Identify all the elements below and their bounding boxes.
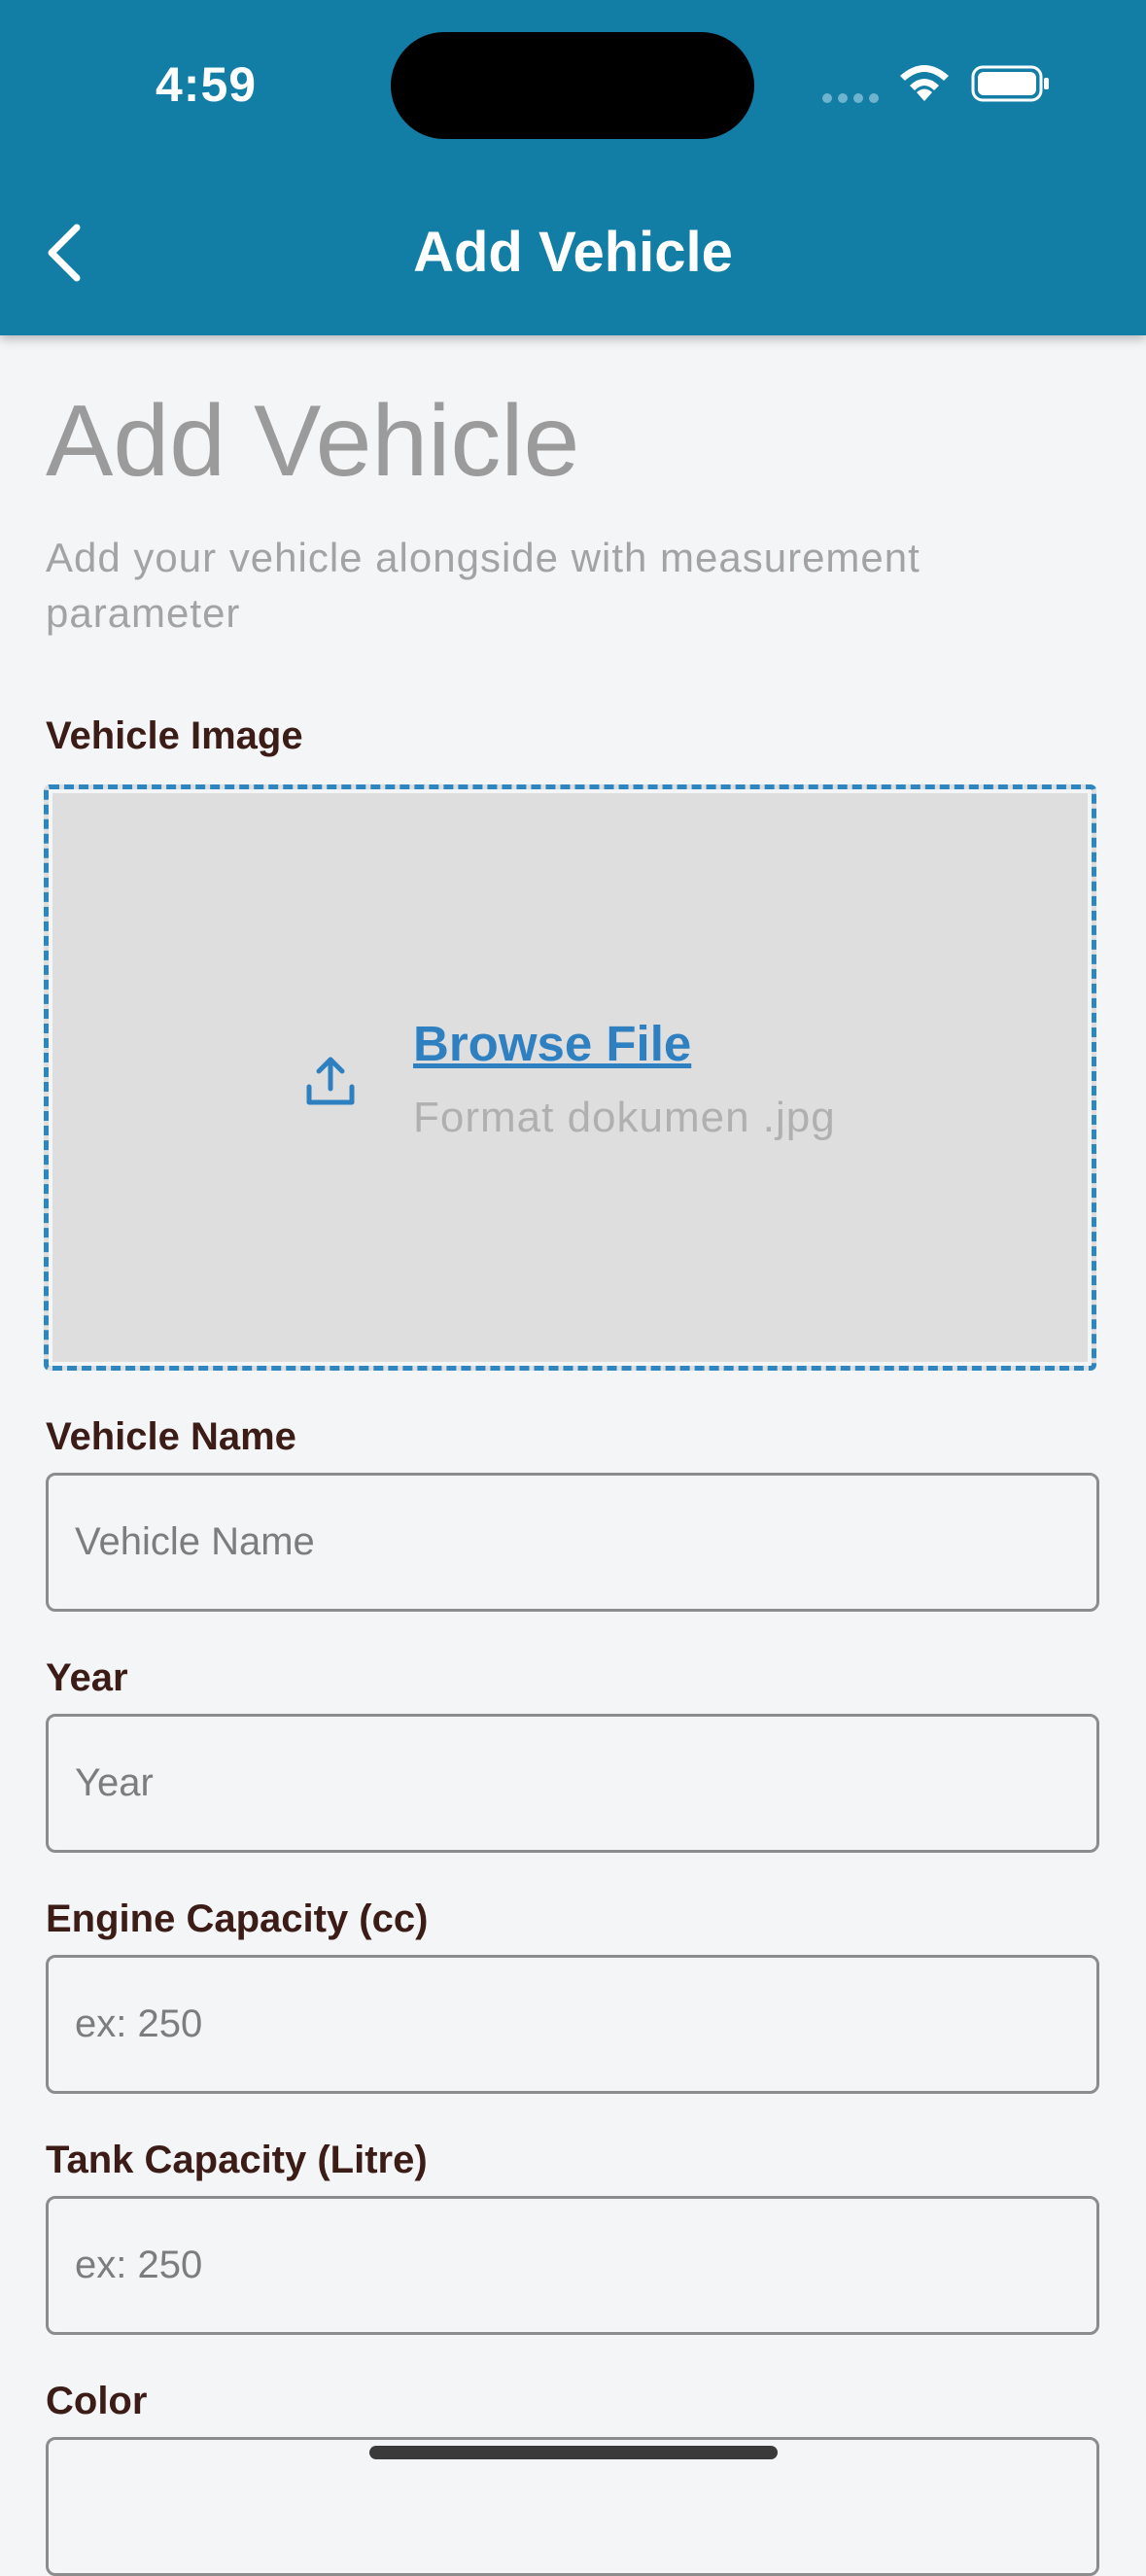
status-time: 4:59 bbox=[156, 57, 258, 112]
battery-icon bbox=[971, 65, 1049, 102]
color-label: Color bbox=[46, 2380, 148, 2422]
cellular-signal-icon bbox=[822, 93, 879, 103]
wifi-icon bbox=[900, 65, 949, 101]
year-input[interactable] bbox=[46, 1714, 1099, 1853]
home-indicator bbox=[369, 2446, 778, 2459]
engine-capacity-label: Engine Capacity (cc) bbox=[46, 1897, 429, 1940]
tank-capacity-label: Tank Capacity (Litre) bbox=[46, 2139, 428, 2181]
dynamic-island bbox=[391, 32, 754, 139]
browse-file-link[interactable]: Browse File bbox=[413, 1015, 691, 1072]
tank-capacity-input[interactable] bbox=[46, 2196, 1099, 2335]
vehicle-name-input[interactable] bbox=[46, 1473, 1099, 1612]
vehicle-name-label: Vehicle Name bbox=[46, 1415, 296, 1458]
page-title: Add Vehicle bbox=[46, 385, 580, 498]
vehicle-image-upload-area[interactable]: Browse File Format dokumen .jpg bbox=[44, 784, 1096, 1371]
app-header: 4:59 Add Vehicle bbox=[0, 0, 1146, 335]
vehicle-image-label: Vehicle Image bbox=[46, 714, 303, 757]
format-hint: Format dokumen .jpg bbox=[413, 1094, 836, 1141]
engine-capacity-input[interactable] bbox=[46, 1955, 1099, 2094]
year-label: Year bbox=[46, 1656, 128, 1699]
page-subtitle: Add your vehicle alongside with measurem… bbox=[46, 535, 920, 636]
upload-icon bbox=[306, 1057, 355, 1105]
header-title: Add Vehicle bbox=[413, 221, 733, 284]
